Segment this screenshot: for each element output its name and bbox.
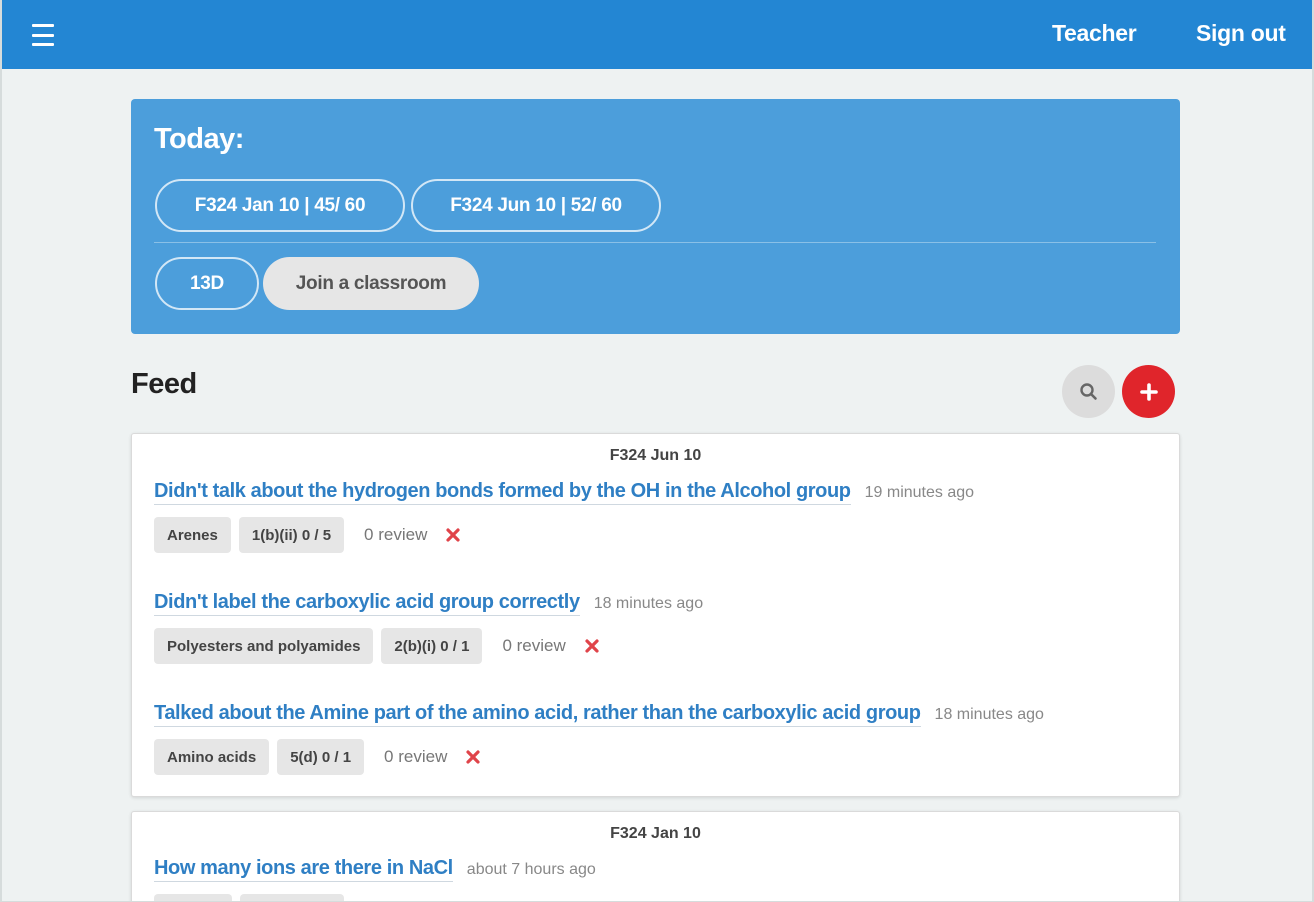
feed-card: F324 Jun 10 Didn't talk about the hydrog… <box>131 433 1180 797</box>
feed-title: Feed <box>131 368 197 400</box>
close-icon[interactable] <box>584 638 600 654</box>
feed-entry: Talked about the Amine part of the amino… <box>154 702 1154 775</box>
review-count: 0 review <box>384 747 448 766</box>
close-icon[interactable] <box>445 527 461 543</box>
entry-timestamp: about 7 hours ago <box>466 861 596 878</box>
question-score-tag[interactable]: 5(d) 0 / 1 <box>277 739 365 775</box>
entry-timestamp: 18 minutes ago <box>593 595 704 612</box>
join-classroom-button[interactable]: Join a classroom <box>263 257 479 310</box>
entry-title-link[interactable]: How many ions are there in NaCl <box>154 857 453 882</box>
topic-tag[interactable]: Amino acids <box>154 739 270 775</box>
today-divider <box>154 242 1156 243</box>
paper-pill-jun10[interactable]: F324 Jun 10 | 52/ 60 <box>411 179 661 232</box>
today-panel: Today: F324 Jan 10 | 45/ 60 F324 Jun 10 … <box>131 99 1180 334</box>
nav-signout-link[interactable]: Sign out <box>1196 20 1286 47</box>
topic-tag[interactable] <box>154 894 232 902</box>
feed-card: F324 Jan 10 How many ions are there in N… <box>131 811 1180 902</box>
entry-title-link[interactable]: Didn't talk about the hydrogen bonds for… <box>154 480 851 505</box>
hamburger-menu-icon[interactable] <box>32 24 54 46</box>
feed-entry: Didn't label the carboxylic acid group c… <box>154 591 1154 664</box>
top-navbar: Teacher Sign out <box>2 0 1312 69</box>
topic-tag[interactable]: Polyesters and polyamides <box>154 628 374 664</box>
entry-timestamp: 19 minutes ago <box>864 484 975 501</box>
card-paper-header: F324 Jan 10 <box>610 825 701 842</box>
search-icon <box>1079 382 1097 400</box>
review-count: 0 review <box>502 636 566 655</box>
topic-tag[interactable]: Arenes <box>154 517 231 553</box>
today-title: Today: <box>154 123 244 155</box>
paper-pill-jan10[interactable]: F324 Jan 10 | 45/ 60 <box>155 179 405 232</box>
card-paper-header: F324 Jun 10 <box>609 447 702 464</box>
entry-title-link[interactable]: Didn't label the carboxylic acid group c… <box>154 591 580 616</box>
close-icon[interactable] <box>465 749 481 765</box>
plus-icon <box>1139 382 1158 401</box>
classroom-pill-13d[interactable]: 13D <box>155 257 259 310</box>
entry-title-link[interactable]: Talked about the Amine part of the amino… <box>154 702 921 727</box>
feed-entry: How many ions are there in NaCl about 7 … <box>154 857 1154 902</box>
question-score-tag[interactable]: 1(b)(ii) 0 / 5 <box>238 517 345 553</box>
feed-entry: Didn't talk about the hydrogen bonds for… <box>154 480 1154 553</box>
question-score-tag[interactable]: 2(b)(i) 0 / 1 <box>381 628 483 664</box>
entry-timestamp: 18 minutes ago <box>934 706 1044 723</box>
question-score-tag[interactable] <box>240 894 344 902</box>
search-button[interactable] <box>1062 365 1115 418</box>
add-entry-button[interactable] <box>1122 365 1175 418</box>
nav-teacher-link[interactable]: Teacher <box>1052 20 1137 47</box>
review-count: 0 review <box>364 525 428 544</box>
